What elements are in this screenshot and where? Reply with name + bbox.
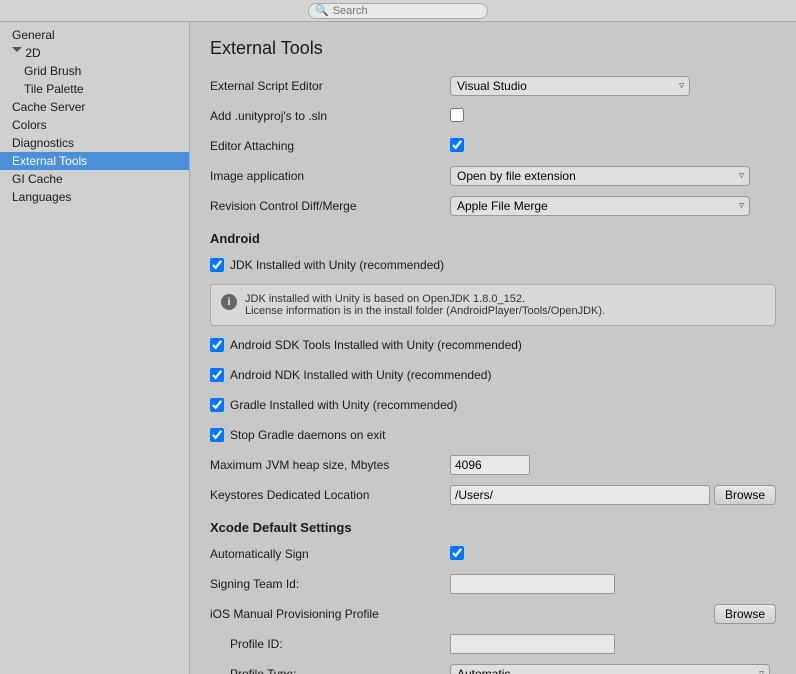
ios-profile-control: Browse bbox=[450, 604, 776, 624]
image-application-select-wrapper: Open by file extension Other ▿ bbox=[450, 166, 750, 186]
keystores-row: Keystores Dedicated Location Browse bbox=[210, 484, 776, 506]
ios-profile-id-input[interactable] bbox=[450, 634, 615, 654]
revision-control-select-wrapper: Apple File Merge SourceTree Other ▿ bbox=[450, 196, 750, 216]
sidebar-item-external-tools[interactable]: External Tools bbox=[0, 152, 189, 170]
auto-sign-checkbox[interactable] bbox=[450, 546, 464, 560]
expand-icon-2d bbox=[12, 47, 22, 57]
gradle-label: Gradle Installed with Unity (recommended… bbox=[230, 398, 457, 412]
signing-team-input[interactable] bbox=[450, 574, 615, 594]
ios-profile-row: iOS Manual Provisioning Profile Browse bbox=[210, 603, 776, 625]
external-script-editor-select[interactable]: Visual Studio MonoDevelop Visual Studio … bbox=[450, 76, 690, 96]
sidebar-item-tile-palette[interactable]: Tile Palette bbox=[0, 80, 189, 98]
max-jvm-control bbox=[450, 455, 776, 475]
ios-profile-label: iOS Manual Provisioning Profile bbox=[210, 607, 450, 621]
sidebar-item-2d[interactable]: 2D bbox=[0, 44, 189, 62]
max-jvm-input[interactable] bbox=[450, 455, 530, 475]
ios-profile-type-select-wrapper: Automatic Development Distribution ▿ bbox=[450, 664, 770, 674]
jdk-checkbox[interactable] bbox=[210, 258, 224, 272]
info-icon: i bbox=[221, 294, 237, 310]
revision-control-select[interactable]: Apple File Merge SourceTree Other bbox=[450, 196, 750, 216]
max-jvm-row: Maximum JVM heap size, Mbytes bbox=[210, 454, 776, 476]
ios-profile-type-row: Profile Type: Automatic Development Dist… bbox=[210, 663, 776, 674]
gradle-row: Gradle Installed with Unity (recommended… bbox=[210, 394, 776, 416]
external-script-editor-label: External Script Editor bbox=[210, 79, 450, 93]
auto-sign-control bbox=[450, 546, 776, 563]
image-application-label: Image application bbox=[210, 169, 450, 183]
add-unityproj-checkbox[interactable] bbox=[450, 108, 464, 122]
jdk-info-box: i JDK installed with Unity is based on O… bbox=[210, 284, 776, 326]
top-bar: 🔍 bbox=[0, 0, 796, 22]
editor-attaching-checkbox[interactable] bbox=[450, 138, 464, 152]
stop-gradle-checkbox[interactable] bbox=[210, 428, 224, 442]
external-script-editor-control: Visual Studio MonoDevelop Visual Studio … bbox=[450, 76, 776, 96]
sidebar-item-diagnostics[interactable]: Diagnostics bbox=[0, 134, 189, 152]
editor-attaching-row: Editor Attaching bbox=[210, 135, 776, 157]
sidebar: General 2D Grid Brush Tile Palette Cache… bbox=[0, 22, 190, 674]
editor-attaching-control bbox=[450, 138, 776, 155]
main-layout: General 2D Grid Brush Tile Palette Cache… bbox=[0, 22, 796, 674]
auto-sign-label: Automatically Sign bbox=[210, 547, 450, 561]
max-jvm-label: Maximum JVM heap size, Mbytes bbox=[210, 458, 450, 472]
external-script-editor-select-wrapper: Visual Studio MonoDevelop Visual Studio … bbox=[450, 76, 690, 96]
sidebar-item-gi-cache[interactable]: GI Cache bbox=[0, 170, 189, 188]
search-icon: 🔍 bbox=[315, 4, 329, 17]
page-title: External Tools bbox=[210, 38, 776, 59]
signing-team-row: Signing Team Id: bbox=[210, 573, 776, 595]
keystores-browse-button[interactable]: Browse bbox=[714, 485, 776, 505]
ios-profile-id-row: Profile ID: bbox=[210, 633, 776, 655]
add-unityproj-label: Add .unityproj's to .sln bbox=[210, 109, 450, 123]
android-sdk-checkbox[interactable] bbox=[210, 338, 224, 352]
keystores-input[interactable] bbox=[450, 485, 710, 505]
keystores-control: Browse bbox=[450, 485, 776, 505]
android-sdk-label: Android SDK Tools Installed with Unity (… bbox=[230, 338, 522, 352]
sidebar-item-cache-server[interactable]: Cache Server bbox=[0, 98, 189, 116]
add-unityproj-row: Add .unityproj's to .sln bbox=[210, 105, 776, 127]
image-application-select[interactable]: Open by file extension Other bbox=[450, 166, 750, 186]
signing-team-label: Signing Team Id: bbox=[210, 577, 450, 591]
ios-profile-type-label: Profile Type: bbox=[210, 667, 450, 674]
keystores-label: Keystores Dedicated Location bbox=[210, 488, 450, 502]
image-application-control: Open by file extension Other ▿ bbox=[450, 166, 776, 186]
android-ndk-row: Android NDK Installed with Unity (recomm… bbox=[210, 364, 776, 386]
stop-gradle-label: Stop Gradle daemons on exit bbox=[230, 428, 385, 442]
stop-gradle-row: Stop Gradle daemons on exit bbox=[210, 424, 776, 446]
sidebar-item-grid-brush[interactable]: Grid Brush bbox=[0, 62, 189, 80]
xcode-section-heading: Xcode Default Settings bbox=[210, 520, 776, 535]
image-application-row: Image application Open by file extension… bbox=[210, 165, 776, 187]
android-section-heading: Android bbox=[210, 231, 776, 246]
auto-sign-row: Automatically Sign bbox=[210, 543, 776, 565]
add-unityproj-control bbox=[450, 108, 776, 125]
editor-attaching-label: Editor Attaching bbox=[210, 139, 450, 153]
ios-profile-browse-button[interactable]: Browse bbox=[714, 604, 776, 624]
revision-control-control: Apple File Merge SourceTree Other ▿ bbox=[450, 196, 776, 216]
ios-profile-type-select[interactable]: Automatic Development Distribution bbox=[450, 664, 770, 674]
search-input[interactable] bbox=[333, 5, 481, 17]
content-area: External Tools External Script Editor Vi… bbox=[190, 22, 796, 674]
revision-control-row: Revision Control Diff/Merge Apple File M… bbox=[210, 195, 776, 217]
ios-profile-id-control bbox=[450, 634, 776, 654]
external-script-editor-row: External Script Editor Visual Studio Mon… bbox=[210, 75, 776, 97]
sidebar-item-general[interactable]: General bbox=[0, 26, 189, 44]
jdk-row: JDK Installed with Unity (recommended) bbox=[210, 254, 776, 276]
gradle-checkbox[interactable] bbox=[210, 398, 224, 412]
android-sdk-row: Android SDK Tools Installed with Unity (… bbox=[210, 334, 776, 356]
sidebar-item-languages[interactable]: Languages bbox=[0, 188, 189, 206]
revision-control-label: Revision Control Diff/Merge bbox=[210, 199, 450, 213]
android-ndk-label: Android NDK Installed with Unity (recomm… bbox=[230, 368, 491, 382]
signing-team-control bbox=[450, 574, 776, 594]
jdk-label: JDK Installed with Unity (recommended) bbox=[230, 258, 444, 272]
search-bar[interactable]: 🔍 bbox=[308, 3, 488, 19]
android-ndk-checkbox[interactable] bbox=[210, 368, 224, 382]
jdk-info-text: JDK installed with Unity is based on Ope… bbox=[245, 293, 605, 317]
ios-profile-id-label: Profile ID: bbox=[210, 637, 450, 651]
sidebar-item-colors[interactable]: Colors bbox=[0, 116, 189, 134]
ios-profile-type-control: Automatic Development Distribution ▿ bbox=[450, 664, 776, 674]
